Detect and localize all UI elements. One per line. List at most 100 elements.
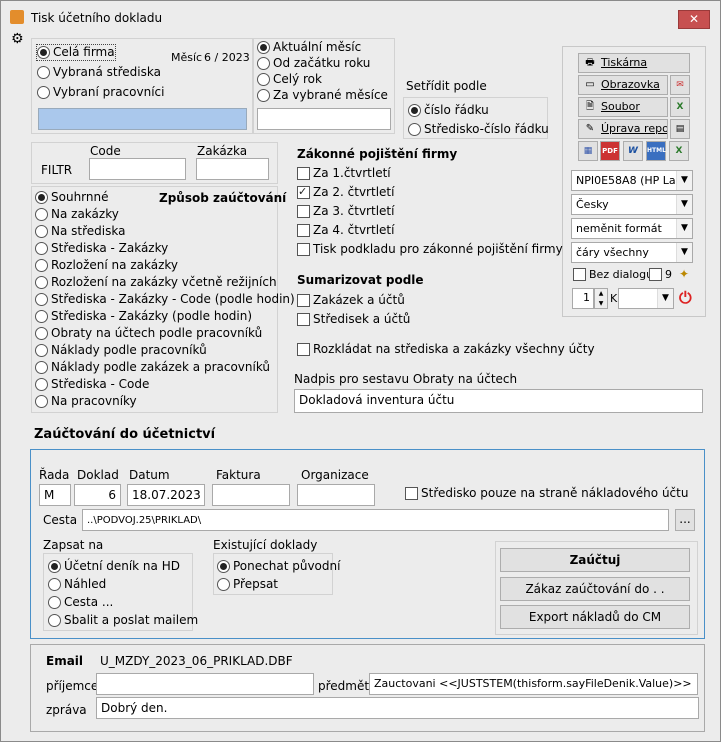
sort-line-number-radio[interactable]: číslo řádku — [408, 103, 489, 118]
method-option[interactable]: Náklady podle pracovníků — [35, 343, 207, 358]
subject-input[interactable]: Zauctovani <<JUSTSTEM(thisform.sayFileDe… — [369, 673, 698, 695]
doklad-label: Doklad — [77, 468, 119, 482]
summarize-centers-checkbox[interactable]: Středisek a účtů — [297, 312, 410, 327]
export-costs-button[interactable]: Export nákladů do CM — [500, 605, 690, 629]
distribute-checkbox[interactable]: Rozkládat na střediska a zakázky všechny… — [297, 342, 595, 357]
nine-checkbox[interactable]: 9 — [649, 267, 672, 282]
filter-label: FILTR — [41, 163, 73, 177]
write-journal-radio[interactable]: Účetní deník na HD — [48, 559, 180, 574]
printer-button[interactable]: 🖶 Tiskárna — [578, 53, 690, 73]
message-input[interactable]: Dobrý den. — [96, 697, 699, 719]
method-option[interactable]: Střediska - Code — [35, 377, 149, 392]
insurance-q3-checkbox[interactable]: Za 3. čtvrtletí — [297, 204, 394, 219]
scope-selected-centers-radio[interactable]: Vybraná střediska — [37, 65, 161, 80]
file-button[interactable]: 🗎 Soubor — [578, 97, 668, 117]
message-label: zpráva — [46, 703, 87, 717]
dialog-window: Tisk účetního dokladu ✕ ⚙ Celá firma Vyb… — [0, 0, 721, 742]
copies-spinner[interactable]: ▲ ▼ — [594, 288, 608, 309]
scope-whole-company-radio[interactable]: Celá firma — [36, 44, 116, 61]
email-send-icon[interactable]: ✉ — [670, 75, 690, 95]
edit-report-button[interactable]: ✎ Úprava repor — [578, 119, 668, 139]
printer-icon: 🖶 — [585, 57, 595, 68]
insurance-title: Zákonné pojištění firmy — [297, 147, 458, 161]
period-whole-year-radio[interactable]: Celý rok — [257, 72, 322, 87]
word-icon[interactable]: W — [623, 141, 643, 161]
chevron-down-icon: ▼ — [676, 219, 692, 238]
chevron-down-icon: ▼ — [676, 195, 692, 214]
write-email-radio[interactable]: Sbalit a poslat mailem — [48, 613, 198, 628]
existing-keep-radio[interactable]: Ponechat původní — [217, 559, 340, 574]
close-button[interactable]: ✕ — [678, 10, 710, 29]
existing-overwrite-radio[interactable]: Přepsat — [217, 577, 278, 592]
excel-export-icon[interactable]: X — [669, 141, 689, 161]
method-option[interactable]: Na pracovníky — [35, 394, 137, 409]
sort-center-line-radio[interactable]: Středisko-číslo řádku — [408, 122, 549, 137]
code-input[interactable] — [89, 158, 186, 180]
selection-field[interactable] — [38, 108, 247, 130]
method-option[interactable]: Rozložení na zakázky včetně režijních — [35, 275, 277, 290]
recipient-label: příjemce — [46, 679, 99, 693]
insurance-q1-checkbox[interactable]: Za 1.čtvrtletí — [297, 166, 391, 181]
faktura-input[interactable] — [212, 484, 290, 506]
caption-input[interactable]: Dokladová inventura účtu — [294, 389, 703, 413]
write-path-radio[interactable]: Cesta ... — [48, 595, 113, 610]
recipient-input[interactable] — [96, 673, 314, 695]
gear-icon[interactable]: ⚙ — [11, 32, 24, 46]
method-option[interactable]: Střediska - Zakázky - Code (podle hodin) — [35, 292, 295, 307]
method-title: Způsob zaúčtování — [159, 191, 287, 205]
doklad-input[interactable]: 6 — [74, 484, 121, 506]
copies-input[interactable]: 1 — [572, 288, 594, 309]
chevron-down-icon: ▼ — [676, 243, 692, 262]
method-option[interactable]: Souhrnné — [35, 190, 109, 205]
format-select[interactable]: neměnit formát ▼ — [571, 218, 693, 239]
printer-select[interactable]: NPI0E58A8 (HP Lase ▼ — [571, 170, 693, 191]
document-icon: 🗎 — [585, 101, 595, 112]
summarize-orders-checkbox[interactable]: Zakázek a účtů — [297, 293, 405, 308]
language-select[interactable]: Česky ▼ — [571, 194, 693, 215]
zauctuj-button[interactable]: Zaúčtuj — [500, 548, 690, 572]
insurance-q2-checkbox[interactable]: Za 2. čtvrtletí — [297, 184, 394, 200]
method-option[interactable]: Obraty na účtech podle pracovníků — [35, 326, 262, 341]
period-selected-months-radio[interactable]: Za vybrané měsíce — [257, 88, 388, 103]
screen-button[interactable]: ▭ Obrazovka — [578, 75, 668, 95]
pdf-icon[interactable]: PDF — [600, 141, 620, 161]
lines-select[interactable]: čáry všechny ▼ — [571, 242, 693, 263]
zakazka-input[interactable] — [196, 158, 269, 180]
subject-label: předmět — [318, 679, 370, 693]
cesta-input[interactable]: ..\PODVOJ.25\PRIKLAD\ — [82, 509, 669, 531]
k-select[interactable]: ▼ — [618, 288, 674, 309]
browse-button[interactable]: ... — [675, 509, 695, 531]
app-icon — [10, 10, 24, 24]
report-design-icon[interactable]: ▤ — [670, 119, 690, 139]
period-current-month-radio[interactable]: Aktuální měsíc — [257, 40, 361, 55]
power-icon[interactable]: ⏻ — [679, 288, 692, 308]
method-option[interactable]: Na zakázky — [35, 207, 119, 222]
insurance-print-checkbox[interactable]: Tisk podkladu pro zákonné pojištění firm… — [297, 242, 563, 257]
summarize-title: Sumarizovat podle — [297, 273, 424, 287]
method-option[interactable]: Střediska - Zakázky (podle hodin) — [35, 309, 252, 324]
period-from-year-start-radio[interactable]: Od začátku roku — [257, 56, 370, 71]
method-option[interactable]: Náklady podle zakázek a pracovníků — [35, 360, 270, 375]
zakazka-label: Zakázka — [197, 144, 248, 158]
html-icon[interactable]: HTML — [646, 141, 666, 161]
no-dialog-checkbox[interactable]: Bez dialogu — [573, 267, 653, 282]
rada-input[interactable]: M — [39, 484, 71, 506]
center-cost-side-checkbox[interactable]: Středisko pouze na straně nákladového úč… — [405, 486, 688, 501]
code-label: Code — [90, 144, 121, 158]
method-option[interactable]: Rozložení na zakázky — [35, 258, 178, 273]
email-filename: U_MZDY_2023_06_PRIKLAD.DBF — [100, 654, 293, 668]
wand-icon: ✎ — [585, 123, 595, 134]
scope-selected-employees-radio[interactable]: Vybraní pracovníci — [37, 85, 164, 100]
insurance-q4-checkbox[interactable]: Za 4. čtvrtletí — [297, 223, 394, 238]
settings-icon[interactable]: ✦ — [679, 267, 689, 281]
write-preview-radio[interactable]: Náhled — [48, 577, 106, 592]
table-icon[interactable]: ▦ — [578, 141, 598, 161]
organizace-input[interactable] — [297, 484, 375, 506]
method-option[interactable]: Střediska - Zakázky — [35, 241, 168, 256]
months-input[interactable] — [257, 108, 391, 130]
method-option[interactable]: Na střediska — [35, 224, 125, 239]
datum-input[interactable]: 18.07.2023 — [127, 484, 205, 506]
excel-icon[interactable]: X — [670, 97, 690, 117]
block-posting-button[interactable]: Zákaz zaúčtování do . . — [500, 577, 690, 601]
sort-label: Setřídit podle — [406, 79, 487, 93]
